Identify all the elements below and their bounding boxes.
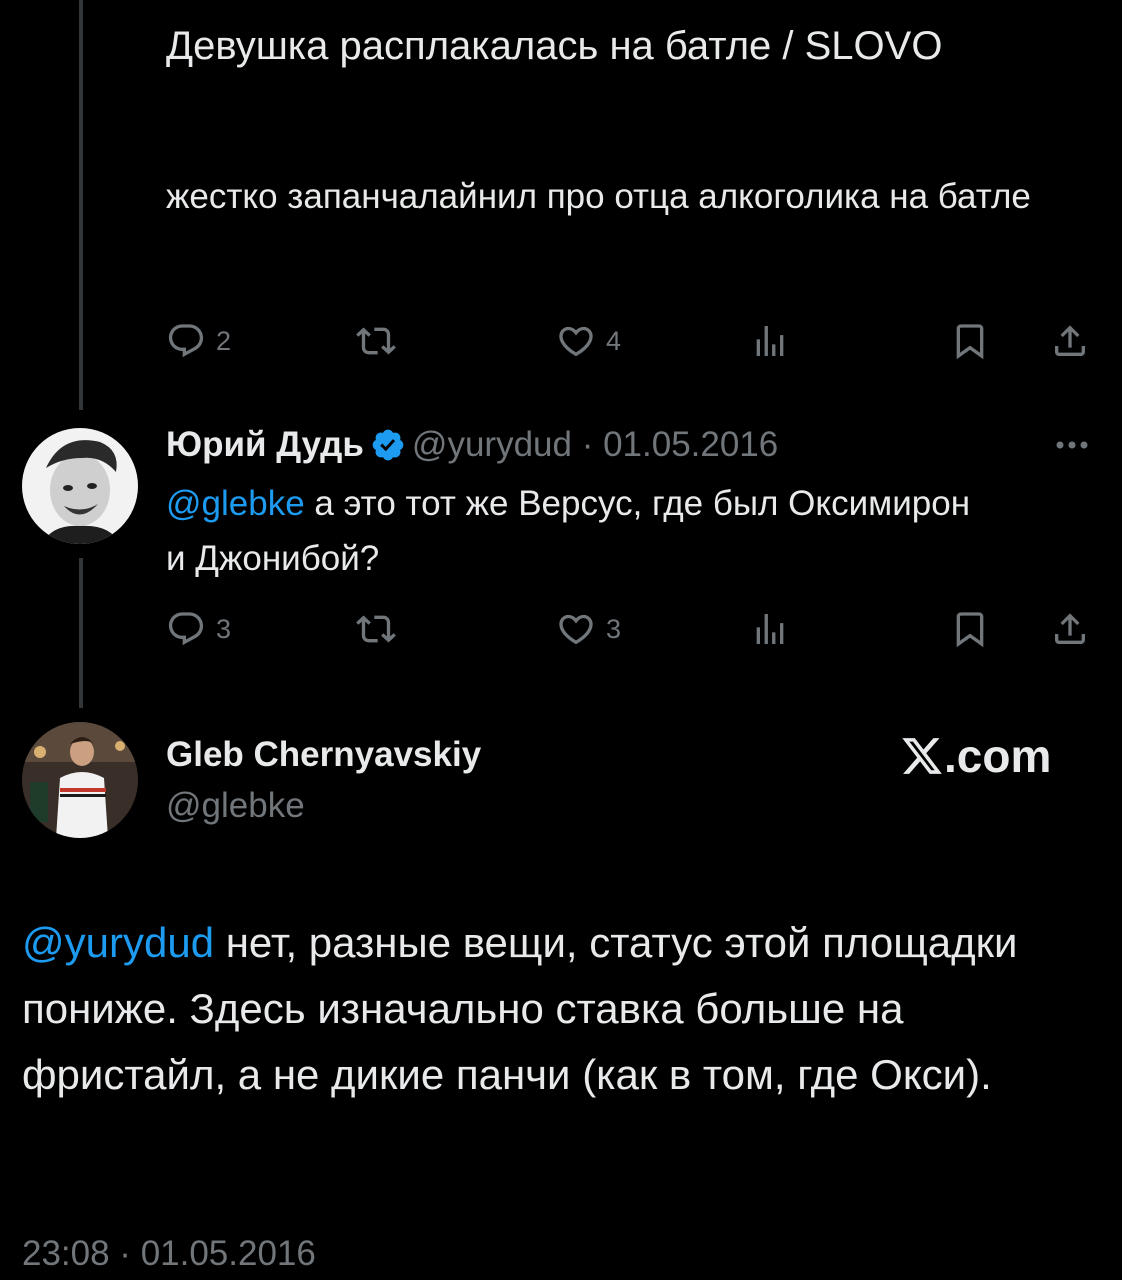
share-button[interactable] <box>1050 316 1090 366</box>
mention-link[interactable]: @glebke <box>166 484 305 523</box>
reply-author-name[interactable]: Юрий Дудь <box>166 425 364 465</box>
reply-count: 3 <box>216 613 232 644</box>
verified-icon <box>372 429 404 461</box>
views-button[interactable] <box>750 316 790 366</box>
x-brand: .com <box>900 728 1051 784</box>
main-header: Gleb Chernyavskiy <box>166 730 481 780</box>
more-icon <box>1056 441 1088 449</box>
share-button[interactable] <box>1050 604 1090 654</box>
like-icon <box>559 326 593 357</box>
link-card-title[interactable]: Девушка расплакалась на батле / SLOVO <box>166 20 1066 72</box>
bookmark-button[interactable] <box>950 604 990 654</box>
reply-tweet-text: @glebke а это тот же Версус, где был Окс… <box>166 476 986 586</box>
retweet-button[interactable] <box>356 604 396 654</box>
main-tweet-timestamp[interactable]: 23:08 · 01.05.2016 <box>22 1234 316 1274</box>
reply-count: 2 <box>216 325 232 356</box>
like-button[interactable]: 4 <box>556 316 621 366</box>
views-icon <box>756 614 784 644</box>
thread-line-middle <box>79 558 83 708</box>
reply-icon <box>168 324 204 358</box>
like-icon <box>559 614 593 645</box>
views-button[interactable] <box>750 604 790 654</box>
thread-line-top <box>79 0 83 410</box>
retweet-icon <box>356 615 396 643</box>
link-card-actions: 2 4 <box>166 316 1096 366</box>
reply-icon <box>168 612 204 646</box>
more-button[interactable] <box>1050 430 1094 460</box>
avatar-image <box>22 722 138 838</box>
reply-header: Юрий Дудь @yurydud · 01.05.2016 <box>166 420 1106 470</box>
like-count: 3 <box>606 613 622 644</box>
share-icon <box>1055 325 1085 356</box>
bookmark-button[interactable] <box>950 316 990 366</box>
reply-tweet-actions: 3 3 <box>166 604 1096 654</box>
reply-author-handle-date[interactable]: @yurydud · 01.05.2016 <box>412 425 778 465</box>
retweet-icon <box>356 327 396 355</box>
avatar-yurydud[interactable] <box>22 428 138 544</box>
views-icon <box>756 326 784 356</box>
like-count: 4 <box>606 325 622 356</box>
main-tweet-text: @yurydud нет, разные вещи, статус этой п… <box>22 910 1082 1108</box>
avatar-image <box>22 428 138 544</box>
reply-button[interactable]: 3 <box>166 604 231 654</box>
avatar-glebke[interactable] <box>22 722 138 838</box>
main-author-name[interactable]: Gleb Chernyavskiy <box>166 735 481 775</box>
reply-button[interactable]: 2 <box>166 316 231 366</box>
share-icon <box>1055 613 1085 644</box>
x-logo-icon <box>902 738 942 774</box>
retweet-button[interactable] <box>356 316 396 366</box>
link-card-description: жестко запанчалайнил про отца алкоголика… <box>166 177 1031 216</box>
mention-link[interactable]: @yurydud <box>22 919 214 966</box>
bookmark-icon <box>956 612 984 648</box>
bookmark-icon <box>956 324 984 360</box>
like-button[interactable]: 3 <box>556 604 621 654</box>
x-brand-text: .com <box>944 730 1052 782</box>
main-author-handle[interactable]: @glebke <box>166 786 305 826</box>
